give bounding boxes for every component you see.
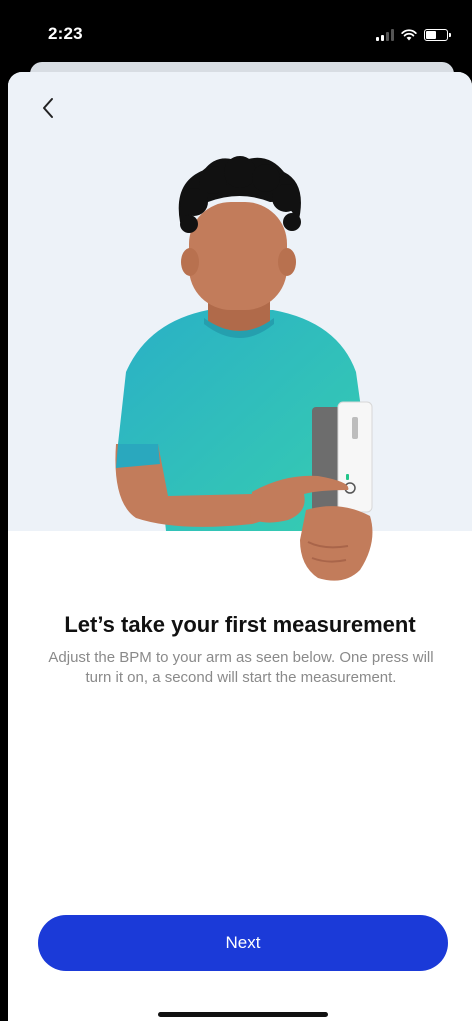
back-button[interactable] [34, 94, 62, 122]
next-button[interactable]: Next [38, 915, 448, 971]
instruction-text: Adjust the BPM to your arm as seen below… [48, 649, 434, 686]
page-title: Let’s take your first measurement [64, 612, 416, 637]
status-icons [376, 27, 451, 41]
illustration-panel [8, 72, 472, 581]
signal-icon [376, 29, 394, 41]
chevron-left-icon [43, 98, 53, 118]
status-time: 2:23 [48, 24, 83, 43]
battery-icon [424, 29, 451, 41]
home-indicator [158, 1012, 328, 1017]
onboarding-sheet: Let’s take your first measurement Adjust… [8, 72, 472, 1021]
status-bar: 2:23 [0, 0, 472, 62]
wifi-icon [401, 29, 417, 41]
person-with-blood-pressure-monitor-illustration [115, 156, 373, 581]
next-button-label: Next [225, 933, 261, 952]
